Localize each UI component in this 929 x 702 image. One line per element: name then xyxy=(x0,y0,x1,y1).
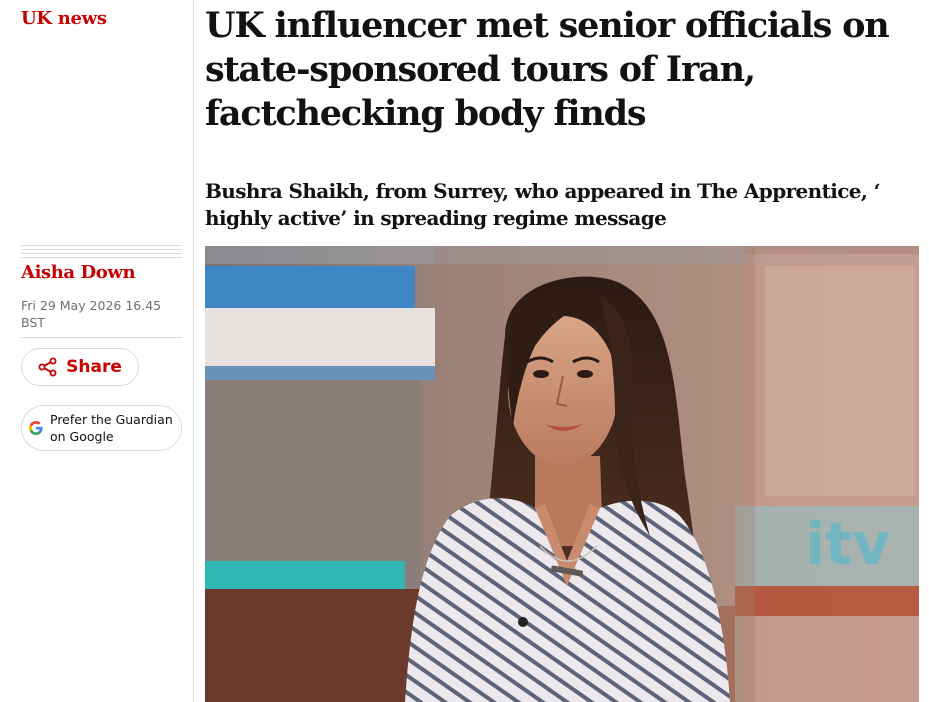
article-hero-image: itv xyxy=(205,246,919,702)
hero-photo-illustration: itv xyxy=(205,246,919,702)
google-g-icon xyxy=(28,420,44,436)
svg-text:itv: itv xyxy=(805,510,890,578)
author-link[interactable]: Aisha Down xyxy=(21,262,136,283)
share-button-label: Share xyxy=(66,357,122,377)
share-icon xyxy=(38,357,58,377)
share-button[interactable]: Share xyxy=(21,348,139,386)
article-meta-column: UK news Aisha Down Fri 29 May 2026 16.45… xyxy=(0,0,194,702)
prefer-guardian-on-google-button[interactable]: Prefer the Guardian on Google xyxy=(21,405,182,451)
meta-rule-divider xyxy=(21,245,182,259)
meta-divider xyxy=(21,337,182,338)
section-link[interactable]: UK news xyxy=(21,8,107,29)
publish-date: Fri 29 May 2026 16.45 BST xyxy=(21,298,162,330)
article-headline: UK influencer met senior officials on st… xyxy=(205,5,890,134)
prefer-guardian-label: Prefer the Guardian on Google xyxy=(50,412,173,444)
article-standfirst: Bushra Shaikh, from Surrey, who appeared… xyxy=(205,179,881,230)
